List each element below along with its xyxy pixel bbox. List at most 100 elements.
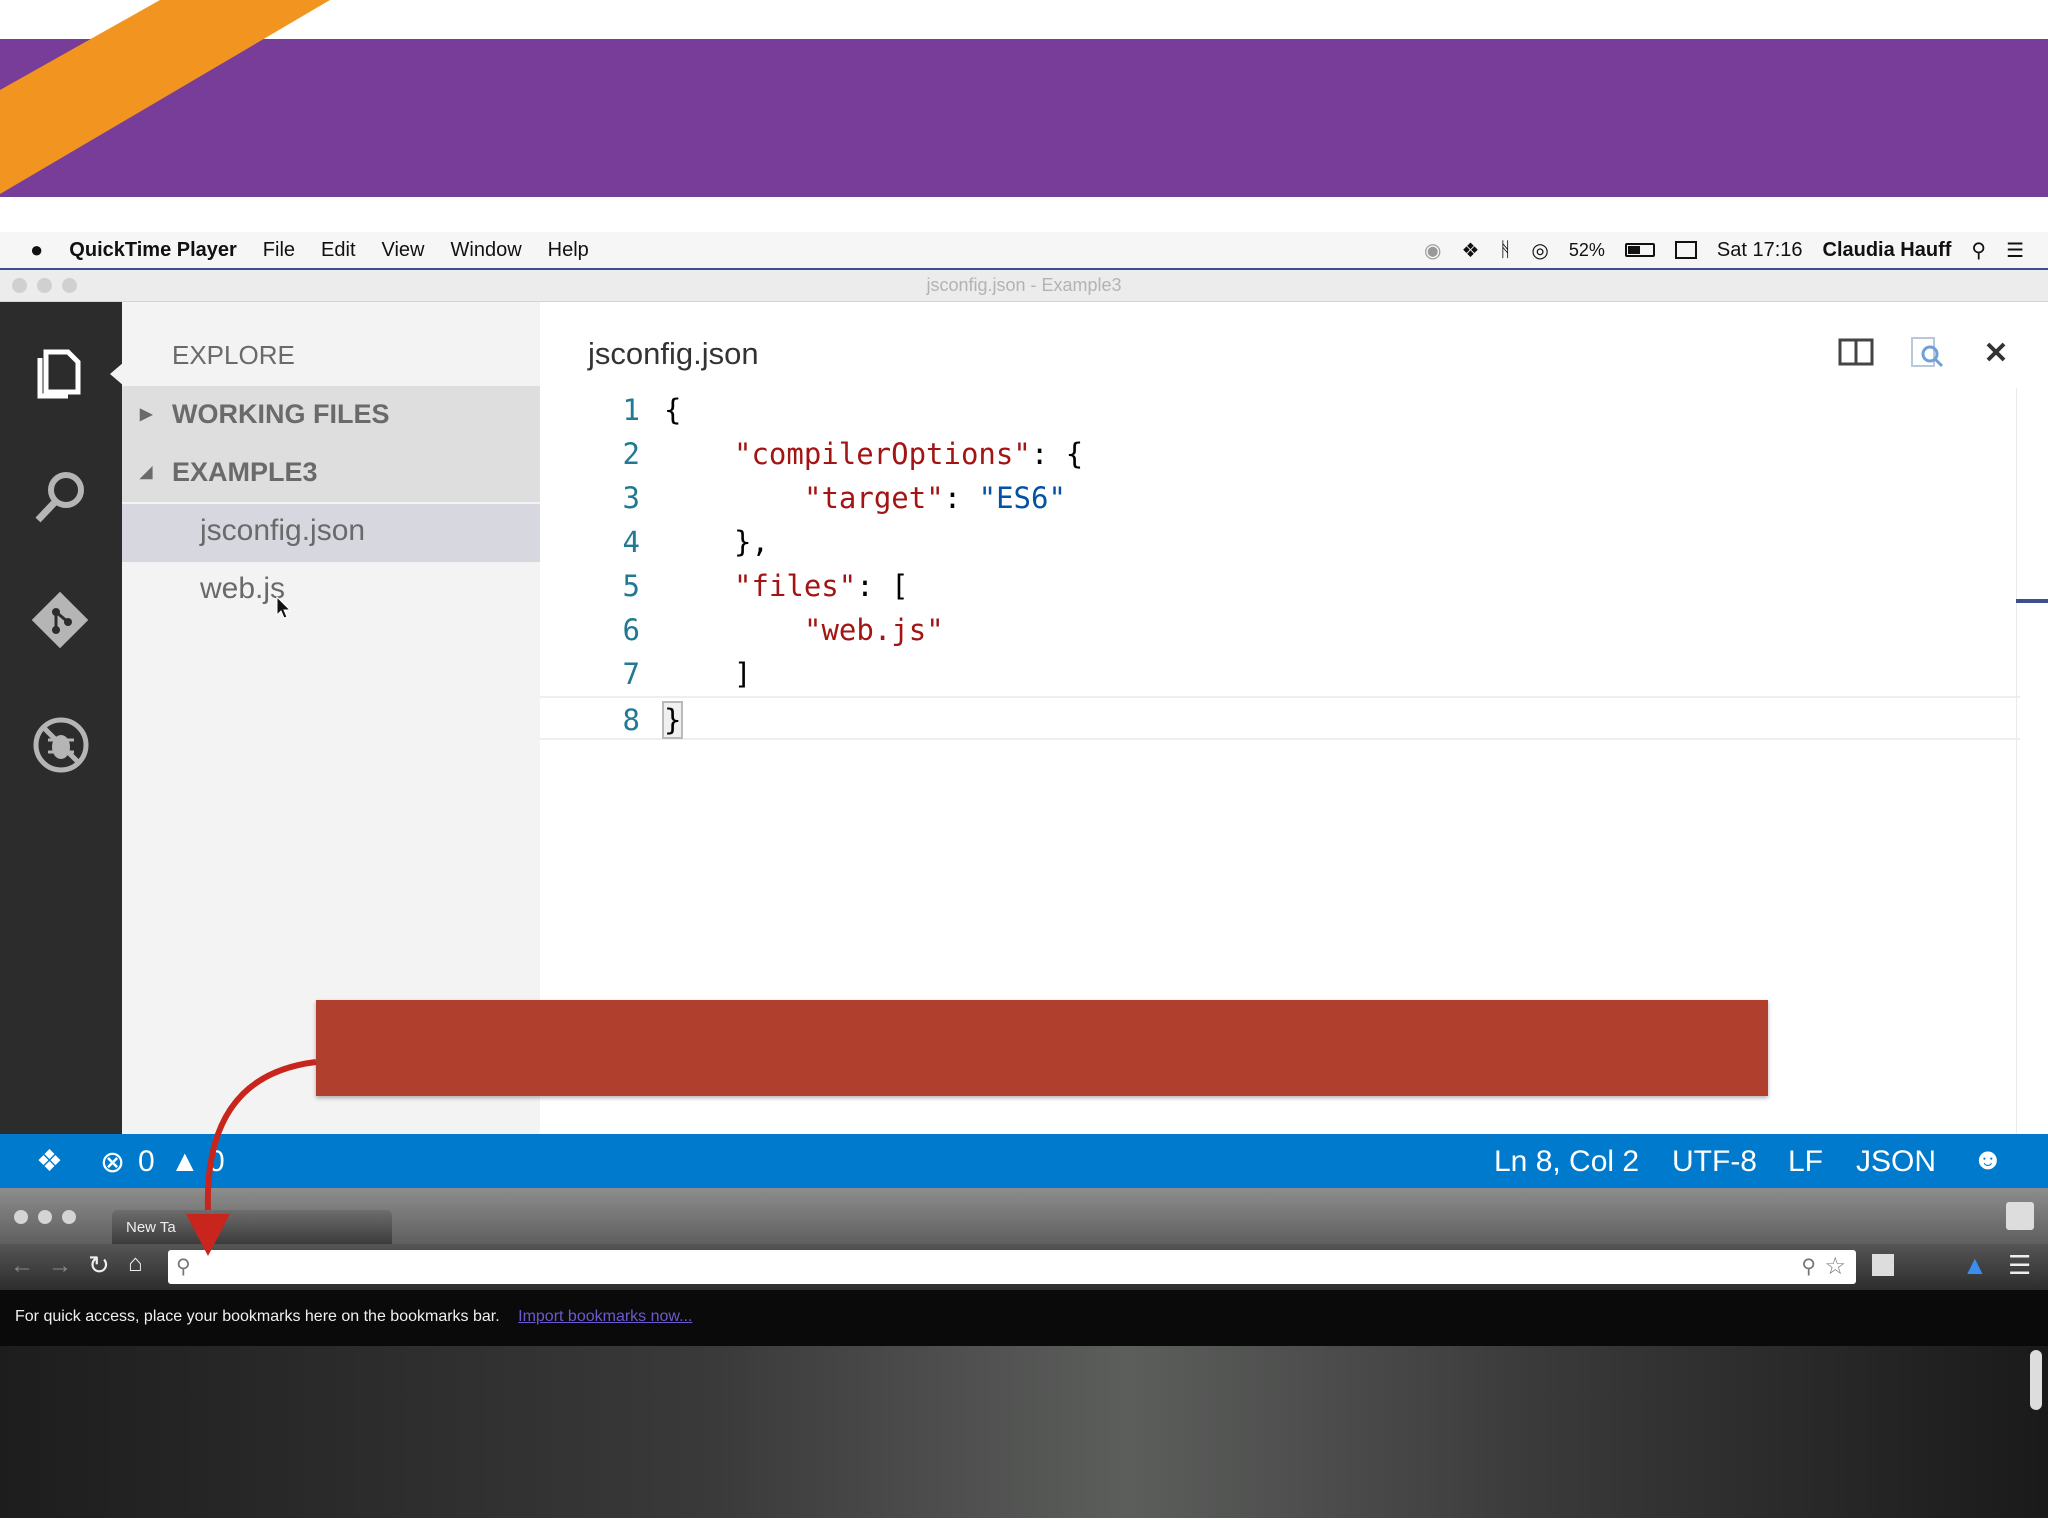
code-token: { (664, 393, 682, 427)
menu-icon[interactable]: ☰ (2008, 1250, 2031, 1281)
code-line: 3 "target": "ES6" (540, 476, 2020, 520)
notification-center-icon[interactable]: ☰ (2006, 238, 2024, 263)
menu-view[interactable]: View (382, 239, 425, 262)
bookmarks-bar: For quick access, place your bookmarks h… (0, 1290, 2048, 1346)
browser-zoom-button[interactable] (62, 1210, 76, 1224)
section-example3[interactable]: ◢ EXAMPLE3 (122, 444, 540, 502)
line-number: 8 (622, 703, 640, 737)
back-icon[interactable]: ← (10, 1252, 34, 1280)
close-editor-icon[interactable] (1976, 332, 2016, 372)
address-bar[interactable]: ⚲ ⚲ ☆ (168, 1250, 1856, 1284)
code-line: 4 }, (540, 520, 2020, 564)
json-string-value: "ES6" (978, 481, 1066, 515)
extension-icon[interactable] (1872, 1254, 1894, 1276)
line-ending[interactable]: LF (1788, 1145, 1823, 1179)
editor-overview-ruler[interactable] (2016, 388, 2048, 1134)
browser-window: New Ta ← → ↻ ⌂ ⚲ ⚲ ☆ ▲ ☰ For quick acces… (0, 1188, 2048, 1518)
callout-box (316, 1000, 1768, 1096)
git-icon[interactable] (26, 586, 96, 656)
code-token: : (943, 481, 979, 515)
json-key: "target" (804, 481, 944, 515)
line-number: 6 (622, 613, 640, 647)
file-label: jsconfig.json (200, 514, 366, 547)
menu-edit[interactable]: Edit (321, 239, 355, 262)
browser-tab[interactable]: New Ta (112, 1210, 392, 1244)
window-titlebar: jsconfig.json - Example3 (0, 270, 2048, 302)
code-line: 1 { (540, 388, 2020, 432)
code-token: }, (734, 525, 769, 559)
display-icon[interactable] (1674, 241, 1697, 259)
code-token: : [ (856, 569, 909, 603)
cursor-position-marker (2016, 599, 2048, 603)
bookmark-star-icon[interactable]: ☆ (1824, 1252, 1846, 1281)
dropbox-icon[interactable]: ❖ (1461, 238, 1479, 263)
explorer-heading: EXPLORE (172, 340, 295, 370)
file-item-jsconfig[interactable]: jsconfig.json (122, 504, 540, 562)
encoding[interactable]: UTF-8 (1672, 1145, 1757, 1179)
wifi-icon[interactable]: ◎ (1531, 238, 1548, 263)
browser-minimize-button[interactable] (38, 1210, 52, 1224)
code-line: 6 "web.js" (540, 608, 2020, 652)
search-icon[interactable] (26, 462, 96, 532)
warning-count[interactable]: 0 (208, 1145, 225, 1179)
clock[interactable]: Sat 17:16 (1717, 239, 1803, 262)
explorer-files-icon[interactable] (26, 338, 96, 408)
debug-icon[interactable] (26, 710, 96, 780)
menu-help[interactable]: Help (548, 239, 589, 262)
line-number: 3 (622, 481, 640, 515)
section-working-files[interactable]: ▶ WORKING FILES (122, 386, 540, 444)
split-editor-icon[interactable] (1836, 332, 1876, 372)
code-line: 7 ] (540, 652, 2020, 696)
battery-icon[interactable] (1624, 243, 1655, 257)
line-number: 2 (622, 437, 640, 471)
error-count[interactable]: 0 (138, 1145, 155, 1179)
user-name[interactable]: Claudia Hauff (1823, 239, 1952, 262)
open-preview-icon[interactable] (1906, 332, 1946, 372)
line-number: 7 (622, 657, 640, 691)
window-title: jsconfig.json - Example3 (926, 275, 1122, 295)
menu-file[interactable]: File (263, 239, 295, 262)
battery-percent: 52% (1568, 239, 1605, 260)
menu-app-name[interactable]: QuickTime Player (69, 239, 237, 262)
forward-icon[interactable]: → (48, 1252, 72, 1280)
menu-window[interactable]: Window (451, 239, 522, 262)
browser-scrollbar[interactable] (2030, 1350, 2042, 1410)
home-icon[interactable]: ⌂ (128, 1250, 143, 1278)
spotlight-search-icon[interactable]: ⚲ (1971, 238, 1986, 263)
code-token: ] (734, 657, 752, 691)
menubar-status-area: ◉ ❖ ᚻ ◎ 52% Sat 17:16 Claudia Hauff ⚲ ☰ (1424, 232, 2024, 268)
editor-title: jsconfig.json (588, 336, 759, 371)
extension-arrow-icon[interactable]: ▲ (1962, 1250, 1988, 1281)
code-line-current: 8 } (540, 696, 2020, 740)
zoom-icon[interactable]: ⚲ (1801, 1254, 1816, 1279)
record-icon[interactable]: ◉ (1424, 238, 1441, 263)
profile-icon[interactable] (2006, 1202, 2034, 1230)
search-icon: ⚲ (176, 1256, 191, 1278)
import-bookmarks-link[interactable]: Import bookmarks now... (518, 1308, 692, 1325)
apple-icon[interactable]: ● (30, 237, 43, 263)
json-key: "compilerOptions" (734, 437, 1031, 471)
bookmarks-message: For quick access, place your bookmarks h… (15, 1308, 500, 1325)
browser-close-button[interactable] (14, 1210, 28, 1224)
git-branch-icon[interactable]: ❖ (36, 1144, 63, 1179)
mouse-cursor-icon (276, 596, 292, 619)
status-bar: ❖ ⊗ 0 ▲ 0 Ln 8, Col 2 UTF-8 LF JSON ☻ (0, 1134, 2048, 1188)
line-number: 1 (622, 393, 640, 427)
code-line: 5 "files": [ (540, 564, 2020, 608)
language-mode[interactable]: JSON (1856, 1145, 1936, 1179)
cursor-position[interactable]: Ln 8, Col 2 (1494, 1145, 1639, 1179)
activity-bar (0, 302, 122, 1134)
code-token: } (661, 701, 684, 739)
reload-icon[interactable]: ↻ (88, 1250, 110, 1281)
feedback-smiley-icon[interactable]: ☻ (1972, 1143, 2004, 1177)
browser-toolbar: ← → ↻ ⌂ ⚲ ⚲ ☆ ▲ ☰ (0, 1244, 2048, 1290)
file-item-webjs[interactable]: web.js (122, 562, 540, 620)
tab-title: New Ta (126, 1219, 176, 1236)
warning-icon[interactable]: ▲ (170, 1145, 200, 1179)
slide: ● QuickTime Player File Edit View Window… (0, 0, 2048, 1536)
file-label: web.js (200, 572, 286, 605)
code-line: 2 "compilerOptions": { (540, 432, 2020, 476)
line-number: 4 (622, 525, 640, 559)
error-icon[interactable]: ⊗ (100, 1145, 125, 1180)
bluetooth-icon[interactable]: ᚻ (1499, 239, 1511, 262)
